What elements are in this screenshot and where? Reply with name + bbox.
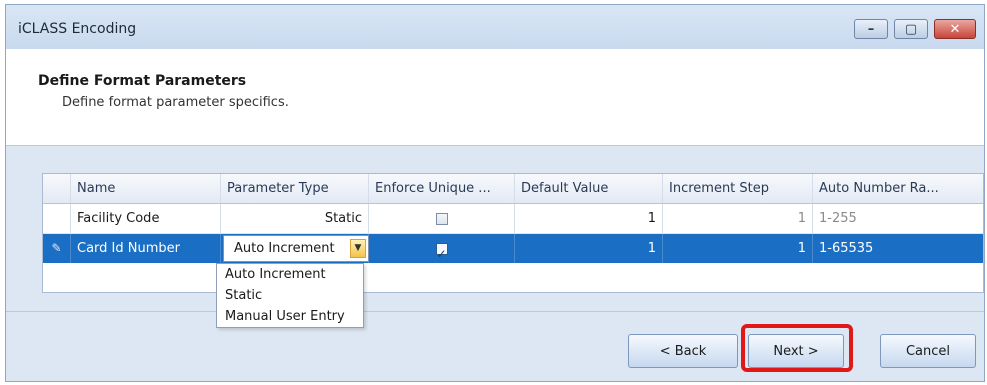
dropdown-arrow-icon[interactable]: ▼ [350,239,366,258]
title-bar: iCLASS Encoding – ▢ ✕ [6,5,984,49]
cell-increment-step[interactable]: 1 [663,234,813,263]
table-row-selected[interactable]: ✎ Card Id Number 1 1 1-65535 Auto Increm… [43,234,983,263]
enforce-unique-checkbox[interactable] [435,212,448,225]
close-button[interactable]: ✕ [934,19,976,39]
minimize-button[interactable]: – [854,19,888,39]
dialog-window: iCLASS Encoding – ▢ ✕ Define Format Para… [5,4,985,382]
row-header[interactable]: ✎ [43,234,71,263]
column-header-enforce-unique[interactable]: Enforce Unique ... [369,174,515,203]
cancel-button[interactable]: Cancel [880,334,976,368]
cell-auto-number-range[interactable]: 1-65535 [813,234,983,263]
cell-name[interactable]: Facility Code [71,204,221,233]
minimize-icon: – [867,21,875,37]
column-header-name[interactable]: Name [71,174,221,203]
parameter-type-dropdown-list: Auto Increment Static Manual User Entry [216,263,364,328]
footer-divider [6,311,984,312]
cell-enforce-unique[interactable] [369,204,515,233]
maximize-button[interactable]: ▢ [894,19,928,39]
cell-default-value[interactable]: 1 [515,234,663,263]
column-header-default-value[interactable]: Default Value [515,174,663,203]
cell-default-value[interactable]: 1 [515,204,663,233]
column-header-parameter-type[interactable]: Parameter Type [221,174,369,203]
cell-parameter-type[interactable]: Static [221,204,369,233]
column-header-auto-number-range[interactable]: Auto Number Ra... [813,174,983,203]
next-button-highlight [741,324,853,372]
grid-header-row: Name Parameter Type Enforce Unique ... D… [43,174,983,204]
dropdown-option-manual-user-entry[interactable]: Manual User Entry [217,306,363,327]
column-header-increment-step[interactable]: Increment Step [663,174,813,203]
page-title: Define Format Parameters [38,73,247,89]
row-header[interactable] [43,204,71,233]
window-title: iCLASS Encoding [18,21,137,37]
parameter-type-combobox[interactable]: Auto Increment ▼ [223,235,369,262]
cell-auto-number-range[interactable]: 1-255 [813,204,983,233]
cell-name[interactable]: Card Id Number [71,234,221,263]
table-row[interactable]: Facility Code Static 1 1 1-255 [43,204,983,234]
close-icon: ✕ [949,21,961,37]
row-header-corner [43,174,71,203]
cell-increment-step[interactable]: 1 [663,204,813,233]
dropdown-option-static[interactable]: Static [217,285,363,306]
maximize-icon: ▢ [904,21,918,37]
dropdown-option-auto-increment[interactable]: Auto Increment [217,264,363,285]
cell-enforce-unique[interactable] [369,234,515,263]
pencil-icon: ✎ [51,241,62,255]
enforce-unique-checkbox[interactable] [435,240,448,263]
page-subtitle: Define format parameter specifics. [62,95,289,110]
back-button[interactable]: < Back [628,334,738,368]
parameters-grid: Name Parameter Type Enforce Unique ... D… [42,173,984,293]
combobox-value: Auto Increment [234,241,335,256]
wizard-header: Define Format Parameters Define format p… [6,49,984,146]
